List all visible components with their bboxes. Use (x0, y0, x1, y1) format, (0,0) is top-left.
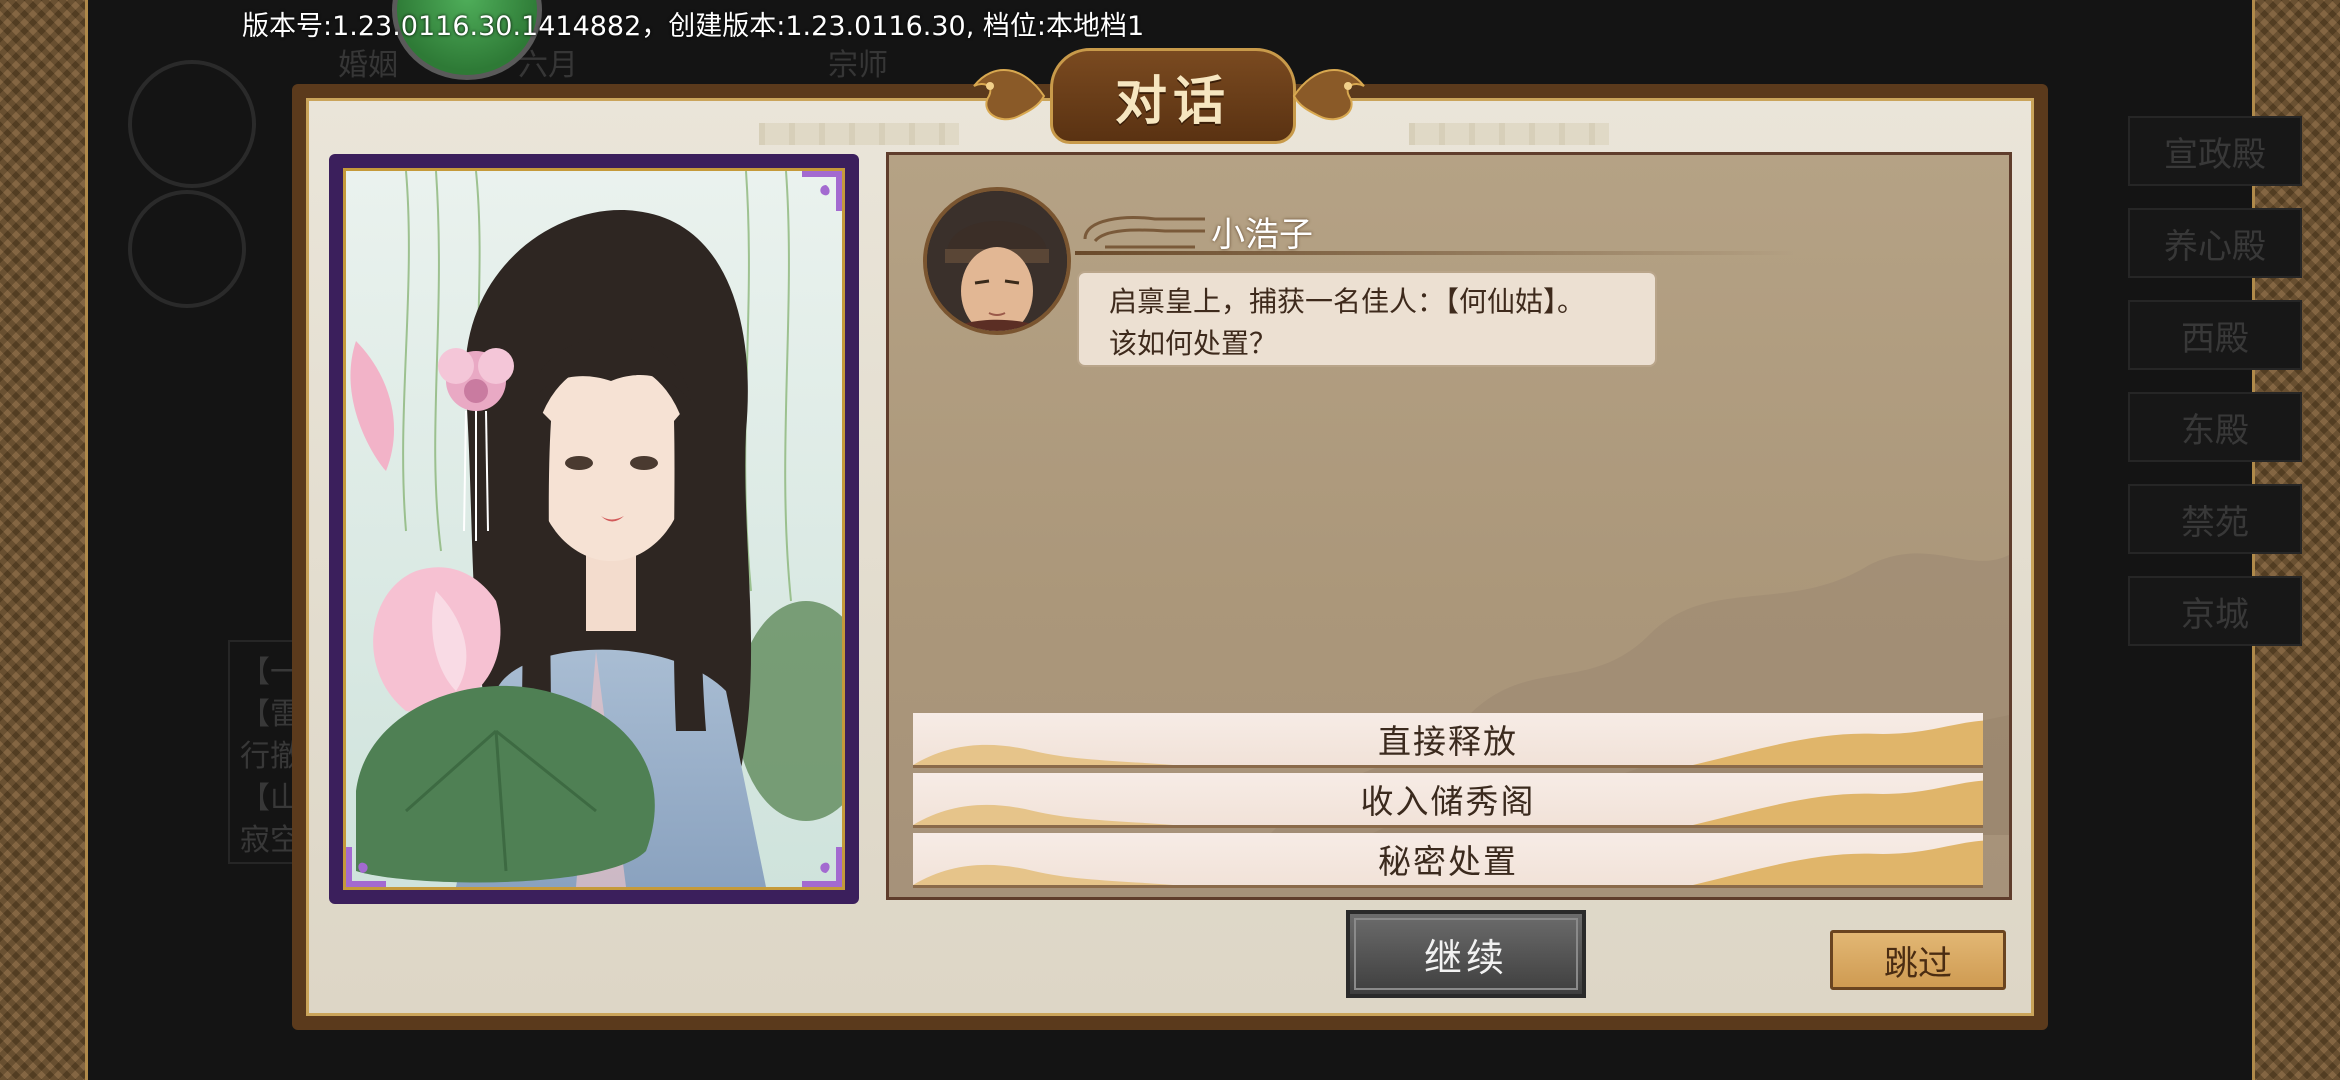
corner-ornament-icon (802, 847, 842, 887)
choice-label: 秘密处置 (1378, 842, 1518, 881)
background-menu-item: 养心殿 (2128, 208, 2302, 278)
choice-collect-button[interactable]: 收入储秀阁 (913, 773, 1983, 828)
title-plate: 对话 (1050, 48, 1296, 144)
cloud-swirl-icon (1083, 216, 1205, 249)
dialogue-panel: 小浩子 启禀皇上，捕获一名佳人：【何仙姑】。 该如何处置？ 直接释放 收入储秀阁… (886, 152, 2012, 900)
background-menu-item: 西殿 (2128, 300, 2302, 370)
skip-button[interactable]: 跳过 (1830, 930, 2006, 990)
speaker-avatar (923, 187, 1071, 335)
background-top-item: 宗师 (828, 48, 888, 83)
background-circle-icon (128, 60, 256, 188)
background-menu-item: 禁苑 (2128, 484, 2302, 554)
right-dragon-icon (1292, 69, 1365, 121)
choice-label: 收入储秀阁 (1360, 782, 1536, 821)
background-circle-icon (128, 190, 246, 308)
background-top-item: 婚姻 (338, 48, 398, 83)
fret-ornament (1409, 123, 1609, 145)
character-portrait-frame (343, 168, 845, 890)
corner-ornament-icon (802, 171, 842, 211)
version-info: 版本号:1.23.0116.30.1414882，创建版本:1.23.0116.… (242, 11, 1145, 42)
speaker-name: 小浩子 (1211, 215, 1313, 255)
character-portrait-card (329, 154, 859, 904)
dialog-title: 对话 (1114, 70, 1231, 132)
background-menu-item: 宣政殿 (2128, 116, 2302, 186)
background-menu-item: 东殿 (2128, 392, 2302, 462)
background-menu-item: 京城 (2128, 576, 2302, 646)
choice-secret-button[interactable]: 秘密处置 (913, 833, 1983, 888)
character-portrait-image (346, 171, 842, 887)
corner-ornament-icon (346, 847, 386, 887)
message-line: 启禀皇上，捕获一名佳人：【何仙姑】。 (1109, 285, 1586, 318)
choice-release-button[interactable]: 直接释放 (913, 713, 1983, 768)
left-dragon-icon (973, 69, 1046, 121)
speaker-underline (1075, 251, 1795, 255)
fret-ornament (759, 123, 959, 145)
continue-button[interactable]: 继续 (1346, 910, 1586, 998)
dialog-title-banner: 对话 (964, 42, 1374, 144)
message-line: 该如何处置？ (1109, 327, 1278, 360)
speaker-avatar-image (927, 191, 1067, 331)
speech-bubble: 启禀皇上，捕获一名佳人：【何仙姑】。 该如何处置？ (1077, 271, 1657, 367)
choice-label: 直接释放 (1378, 722, 1518, 761)
